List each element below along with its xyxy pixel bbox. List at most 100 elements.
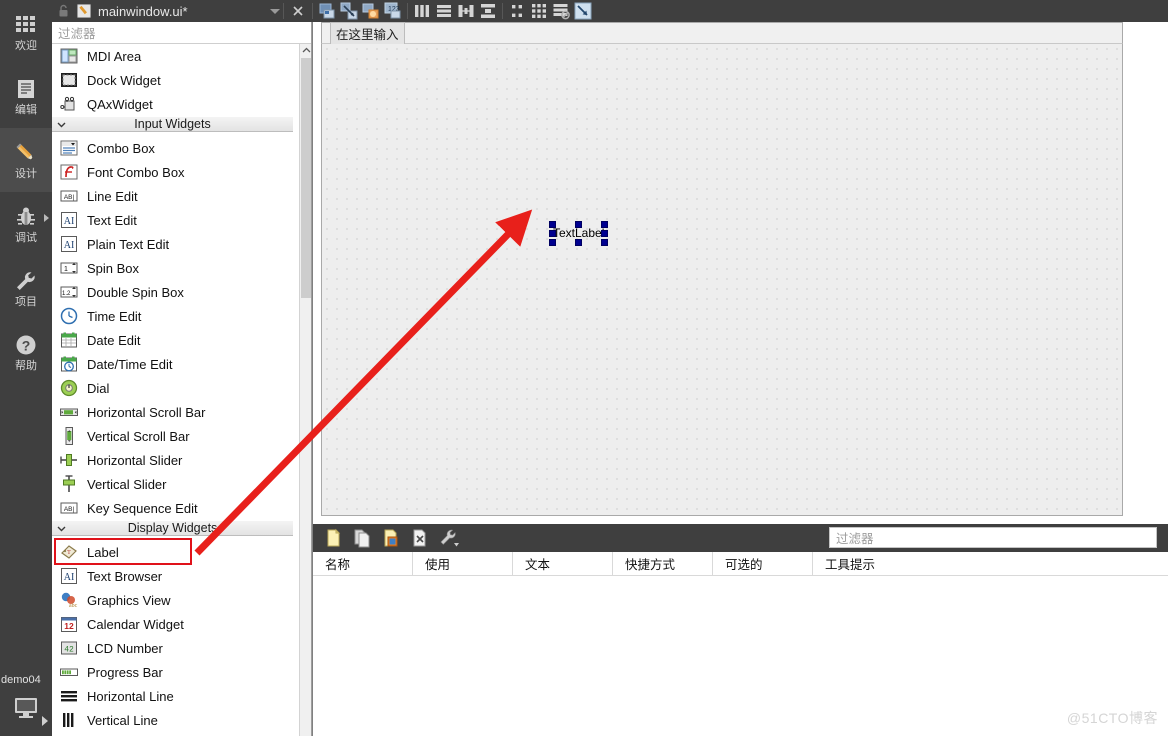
action-column-header[interactable]: 名称 (313, 551, 413, 576)
layout-in-splitter-h-button[interactable] (455, 0, 477, 22)
palette-item-time-edit[interactable]: Time Edit (52, 304, 141, 328)
layout-in-form-button[interactable] (506, 0, 528, 22)
resize-handle-middle-left[interactable] (549, 230, 556, 237)
resize-handle-top-right[interactable] (601, 221, 608, 228)
palette-item-horizontal-line[interactable]: Horizontal Line (52, 684, 174, 708)
form-canvas[interactable]: TextLabel (321, 44, 1123, 516)
palette-item-vertical-scroll-bar[interactable]: Vertical Scroll Bar (52, 424, 190, 448)
action-filter-input[interactable]: 过滤器 (829, 527, 1157, 548)
resize-handle-top-center[interactable] (575, 221, 582, 228)
action-column-header[interactable]: 可选的 (713, 551, 813, 576)
copy-file-icon (354, 529, 370, 548)
file-lock-button[interactable] (52, 0, 74, 22)
palette-item-dock-widget[interactable]: Dock Widget (52, 68, 161, 92)
palette-item-vertical-slider[interactable]: Vertical Slider (52, 472, 166, 496)
edit-tab-order-button[interactable]: 123 (382, 0, 404, 22)
break-layout-button[interactable] (550, 0, 572, 22)
adjust-size-icon (574, 2, 592, 20)
current-file-selector[interactable]: mainwindow.ui* (74, 0, 280, 22)
vertical-line-icon (63, 713, 74, 727)
copy-action-button[interactable] (350, 526, 374, 550)
delete-action-button[interactable] (408, 526, 432, 550)
edit-signals-slots-button[interactable] (338, 0, 360, 22)
palette-item-horizontal-slider[interactable]: Horizontal Slider (52, 448, 182, 472)
palette-item-calendar-widget[interactable]: 12 Calendar Widget (52, 612, 184, 636)
resize-handle-bottom-left[interactable] (549, 239, 556, 246)
selected-label-widget[interactable]: TextLabel (549, 221, 608, 246)
close-x-icon (293, 6, 303, 16)
palette-item-horizontal-scroll-bar[interactable]: Horizontal Scroll Bar (52, 400, 206, 424)
toolbar-separator (501, 3, 503, 19)
action-column-header[interactable]: 文本 (513, 551, 613, 576)
progress-bar-icon (60, 668, 78, 676)
adjust-size-button[interactable] (572, 0, 594, 22)
action-column-header[interactable]: 使用 (413, 551, 513, 576)
layout-vertically-button[interactable] (433, 0, 455, 22)
menubar-type-here[interactable]: 在这里输入 (330, 21, 405, 45)
resize-handle-middle-right[interactable] (601, 230, 608, 237)
sidebar-item-welcome[interactable]: 欢迎 (0, 0, 52, 64)
widget-box-panel: 过滤器 MDI Area Dock Widget QAxWidget Input Wi… (52, 22, 312, 736)
sidebar-item-help[interactable]: ? 帮助 (0, 320, 52, 384)
chevron-up-icon[interactable] (300, 44, 311, 57)
layout-horizontal-icon (414, 5, 429, 17)
action-column-header[interactable]: 工具提示 (813, 552, 1168, 576)
wrench-icon (440, 529, 459, 547)
chevron-down-icon (57, 526, 66, 532)
palette-item-double-spin-box[interactable]: 1.2 Double Spin Box (52, 280, 184, 304)
palette-item-label[interactable]: T Label (52, 540, 119, 564)
close-editor-button[interactable] (287, 0, 309, 22)
sidebar-item-design[interactable]: 设计 (0, 128, 52, 192)
new-action-button[interactable] (321, 526, 345, 550)
palette-item-key-sequence-edit[interactable]: AB| Key Sequence Edit (52, 496, 198, 520)
edit-widgets-button[interactable] (316, 0, 338, 22)
action-column-header[interactable]: 快捷方式 (613, 551, 713, 576)
layout-in-splitter-v-button[interactable] (477, 0, 499, 22)
palette-item-date-edit[interactable]: Date Edit (52, 328, 140, 352)
chevron-down-icon[interactable] (269, 8, 280, 14)
palette-item-label: Date/Time Edit (87, 356, 173, 372)
layout-in-grid-button[interactable] (528, 0, 550, 22)
edit-buddies-button[interactable] (360, 0, 382, 22)
palette-item-combo-box[interactable]: Combo Box (52, 136, 155, 160)
layout-horizontally-button[interactable] (411, 0, 433, 22)
palette-item-line-edit[interactable]: AB| Line Edit (52, 184, 138, 208)
palette-item-qaxwidget[interactable]: QAxWidget (52, 92, 153, 116)
palette-scrollbar[interactable] (299, 44, 311, 736)
palette-item-plain-text-edit[interactable]: AI Plain Text Edit (52, 232, 169, 256)
palette-category-display-widgets[interactable]: Display Widgets (52, 520, 293, 536)
toolbar-separator (282, 3, 284, 19)
palette-item-mdi-area[interactable]: MDI Area (52, 44, 141, 68)
palette-item-label: Text Edit (87, 212, 137, 228)
palette-item-text-browser[interactable]: AI Text Browser (52, 564, 162, 588)
editor-filename: mainwindow.ui* (98, 3, 188, 19)
palette-category-input-widgets[interactable]: Input Widgets (52, 116, 293, 132)
resize-handle-bottom-center[interactable] (575, 239, 582, 246)
palette-item-text-edit[interactable]: AI Text Edit (52, 208, 137, 232)
palette-item-lcd-number[interactable]: 42 LCD Number (52, 636, 163, 660)
configure-button[interactable] (437, 526, 461, 550)
sidebar-item-edit[interactable]: 编辑 (0, 64, 52, 128)
kit-selector[interactable]: demo04 (0, 674, 52, 736)
palette-item-font-combo-box[interactable]: Font Combo Box (52, 160, 185, 184)
question-help-icon: ? (16, 335, 36, 355)
palette-item-progress-bar[interactable]: Progress Bar (52, 660, 163, 684)
palette-item-label: Graphics View (87, 592, 171, 608)
resize-handle-top-left[interactable] (549, 221, 556, 228)
palette-item-dial[interactable]: Dial (52, 376, 109, 400)
widget-list[interactable]: MDI Area Dock Widget QAxWidget Input Widget… (52, 44, 311, 736)
palette-item-vertical-line[interactable]: Vertical Line (52, 708, 158, 732)
action-table-body[interactable] (313, 576, 1168, 736)
resize-handle-bottom-right[interactable] (601, 239, 608, 246)
paste-action-button[interactable] (379, 526, 403, 550)
sidebar-item-projects[interactable]: 项目 (0, 256, 52, 320)
palette-filter-input[interactable]: 过滤器 (52, 22, 311, 44)
form-menubar[interactable]: 在这里输入 (321, 21, 1123, 45)
palette-item-label: Double Spin Box (87, 284, 184, 300)
palette-item-label: Dock Widget (87, 72, 161, 88)
palette-item-date-time-edit[interactable]: Date/Time Edit (52, 352, 173, 376)
palette-item-spin-box[interactable]: 1 Spin Box (52, 256, 139, 280)
sidebar-item-debug[interactable]: 调试 (0, 192, 52, 256)
scrollbar-thumb[interactable] (301, 58, 311, 298)
palette-item-graphics-view[interactable]: abc Graphics View (52, 588, 171, 612)
